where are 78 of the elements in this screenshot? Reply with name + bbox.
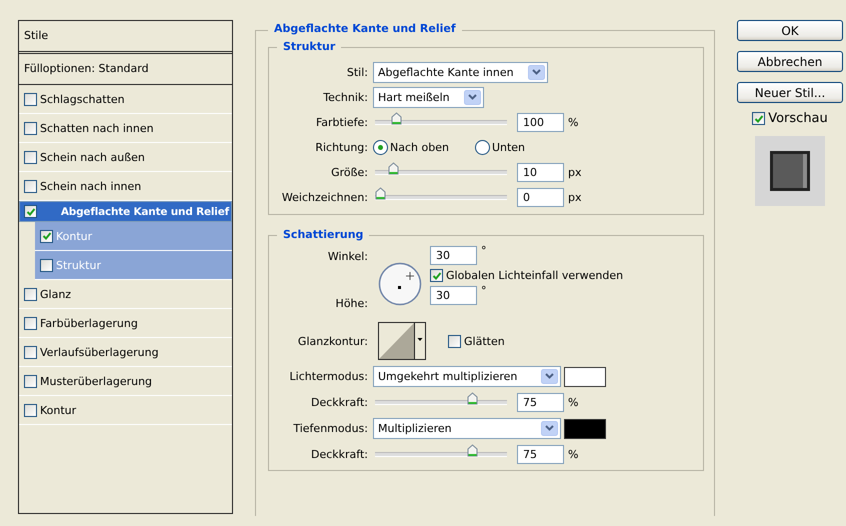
checkbox[interactable]: [24, 180, 37, 192]
value-field[interactable]: 75: [517, 393, 564, 412]
value-field[interactable]: 75: [517, 445, 564, 464]
value-field[interactable]: 10: [517, 163, 564, 182]
dropdown[interactable]: Umgekehrt multiplizieren: [373, 366, 561, 387]
unit-label: %: [568, 396, 578, 409]
field-label: Stil:: [346, 66, 369, 79]
field-label: Winkel:: [326, 250, 369, 263]
list-item[interactable]: Farbüberlagerung: [19, 309, 232, 338]
checkbox[interactable]: [24, 374, 37, 388]
checkbox[interactable]: [24, 205, 37, 218]
dropdown[interactable]: Multiplizieren: [373, 418, 561, 439]
field-label: Farbtiefe:: [314, 116, 369, 129]
slider-thumb[interactable]: [375, 187, 386, 200]
field-label: Deckkraft:: [310, 448, 369, 461]
field-label: Deckkraft:: [310, 396, 369, 409]
slider-thumb[interactable]: [466, 444, 478, 457]
list-item[interactable]: Schlagschatten: [19, 85, 232, 114]
contour-picker[interactable]: [378, 322, 426, 360]
list-item[interactable]: Abgeflachte Kante und Relief: [19, 201, 232, 222]
field-label: Technik:: [322, 91, 369, 104]
field-label: Richtung:: [314, 141, 369, 154]
list-item[interactable]: Schatten nach innen: [19, 114, 232, 143]
checkbox[interactable]: [40, 258, 53, 272]
angle-field[interactable]: 30: [430, 246, 477, 265]
field-label: Tiefenmodus:: [292, 422, 369, 435]
slider-thumb[interactable]: [390, 112, 402, 125]
unit-label: %: [568, 448, 578, 461]
antialias-checkbox[interactable]: Glätten: [448, 334, 505, 348]
dialog-button[interactable]: OK: [737, 20, 843, 41]
checkbox[interactable]: [448, 334, 461, 348]
group-title: Schattierung: [277, 228, 370, 241]
field-label: Glanzkontur:: [296, 334, 369, 348]
color-swatch[interactable]: [564, 418, 606, 438]
dropdown[interactable]: Hart meißeln: [373, 87, 484, 108]
angle-dial-icon[interactable]: [378, 262, 422, 306]
preview-checkbox[interactable]: Vorschau: [752, 111, 828, 126]
checkbox[interactable]: [24, 122, 37, 134]
checkbox[interactable]: [752, 112, 766, 125]
group-title: Struktur: [277, 40, 342, 53]
radio-option[interactable]: Unten: [474, 140, 526, 155]
field-label: Lichtermodus:: [288, 370, 369, 383]
checkbox[interactable]: [24, 346, 37, 358]
unit-label: °: [481, 246, 486, 256]
slider-thumb[interactable]: [466, 392, 478, 405]
field-label: Weichzeichnen:: [280, 191, 369, 204]
checkbox[interactable]: [24, 316, 37, 330]
list-item[interactable]: Glanz: [19, 280, 232, 309]
list-item[interactable]: Schein nach außen: [19, 143, 232, 172]
dialog-button[interactable]: Neuer Stil...: [737, 82, 843, 103]
list-item[interactable]: Kontur: [19, 396, 232, 425]
checkbox[interactable]: [24, 150, 37, 164]
field-label: Höhe:: [334, 297, 369, 310]
list-item[interactable]: Verlaufsüberlagerung: [19, 338, 232, 367]
group-title: Abgeflachte Kante und Relief: [268, 22, 462, 35]
value-field[interactable]: 100: [517, 113, 564, 132]
checkbox[interactable]: [24, 288, 37, 300]
list-item[interactable]: Fülloptionen: Standard: [19, 54, 232, 85]
altitude-field[interactable]: 30: [430, 286, 477, 305]
dialog-button[interactable]: Abbrechen: [737, 51, 843, 72]
unit-label: %: [568, 116, 578, 129]
checkbox[interactable]: [24, 404, 37, 416]
checkbox[interactable]: [430, 269, 443, 282]
list-header: Stile: [19, 21, 232, 54]
radio-option[interactable]: Nach oben: [373, 140, 449, 155]
value-field[interactable]: 0: [517, 188, 564, 207]
global-light-checkbox[interactable]: Globalen Lichteinfall verwenden: [430, 269, 624, 282]
dropdown[interactable]: Abgeflachte Kante innen: [373, 62, 548, 83]
checkbox[interactable]: [40, 230, 53, 242]
unit-label: px: [568, 191, 582, 204]
field-label: Größe:: [330, 166, 369, 179]
unit-label: °: [481, 286, 486, 296]
slider-thumb[interactable]: [388, 162, 400, 175]
checkbox[interactable]: [24, 92, 37, 106]
list-item[interactable]: Musterüberlagerung: [19, 367, 232, 396]
color-swatch[interactable]: [564, 366, 606, 386]
unit-label: px: [568, 166, 582, 179]
preview-thumbnail: [755, 136, 825, 206]
